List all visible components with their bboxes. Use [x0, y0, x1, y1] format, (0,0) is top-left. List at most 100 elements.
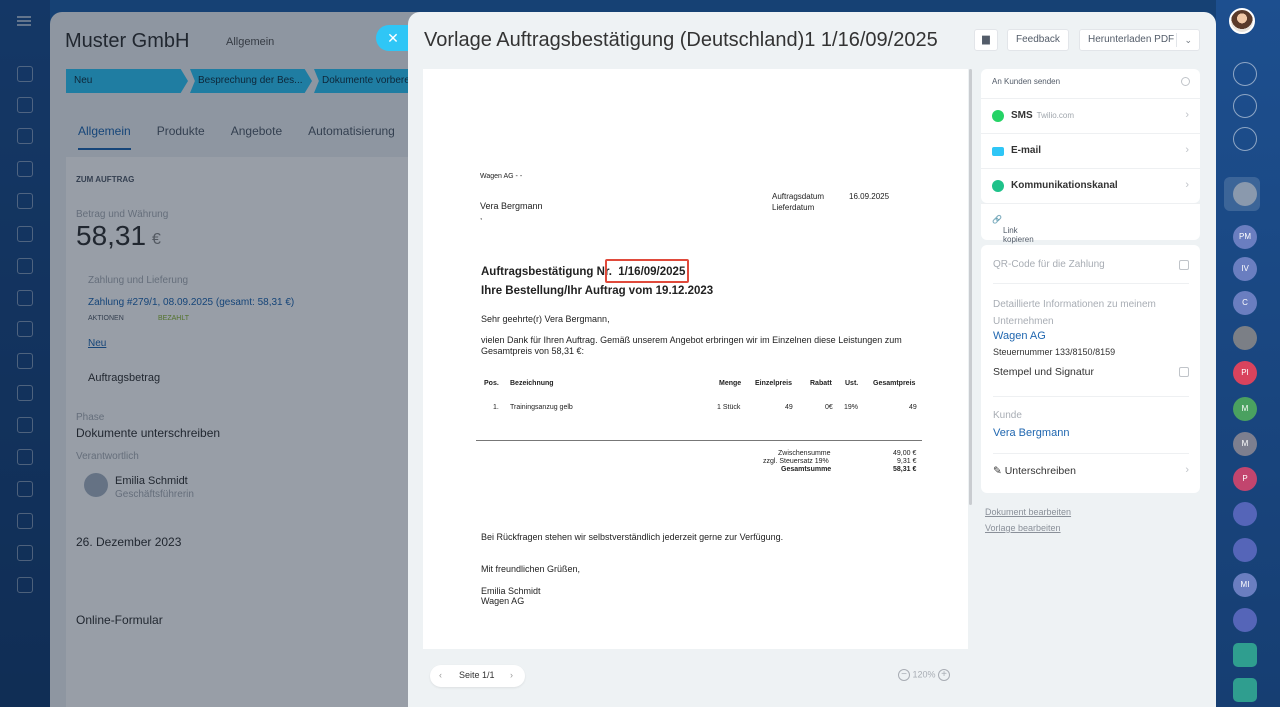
- contact-avatar-mi[interactable]: MI: [1233, 573, 1257, 597]
- left-sidebar: [0, 0, 50, 707]
- analytics-icon[interactable]: [17, 385, 33, 401]
- customer-link[interactable]: Vera Bergmann: [993, 427, 1069, 439]
- tab-automation[interactable]: Automatisierung: [308, 124, 395, 150]
- send-sms[interactable]: SMS Twilio.com ›: [981, 98, 1200, 133]
- document-scrollbar[interactable]: [969, 69, 972, 505]
- send-email[interactable]: E-mail ›: [981, 133, 1200, 168]
- zoom-out-icon[interactable]: −: [898, 669, 910, 681]
- checkbox-app-icon[interactable]: [1233, 643, 1257, 667]
- responsible-name[interactable]: Emilia Schmidt: [115, 475, 188, 487]
- stamp-signature-checkbox[interactable]: [1179, 367, 1189, 377]
- divider: [993, 453, 1189, 454]
- openline-icon[interactable]: [1233, 538, 1257, 562]
- contact-avatar-c[interactable]: C: [1233, 291, 1257, 315]
- messenger-icon[interactable]: [1233, 127, 1257, 151]
- terminal-icon[interactable]: [17, 449, 33, 465]
- cell-vat: 19%: [844, 404, 859, 411]
- category-select[interactable]: Allgemein: [226, 36, 274, 48]
- contact-avatar-m1[interactable]: M: [1233, 397, 1257, 421]
- contact-avatar-selected[interactable]: [1233, 182, 1257, 206]
- phase-label: Phase: [76, 412, 105, 423]
- doc-subheading: Ihre Bestellung/Ihr Auftrag vom 19.12.20…: [481, 285, 714, 297]
- user-avatar[interactable]: [1229, 8, 1255, 34]
- contact-avatar-photo[interactable]: [1233, 326, 1257, 350]
- contact-avatar-iv[interactable]: IV: [1233, 257, 1257, 281]
- print-button[interactable]: ▆: [974, 29, 998, 51]
- chat-icon[interactable]: [17, 290, 33, 306]
- chevron-down-icon[interactable]: ⌄: [1184, 30, 1192, 50]
- sign-icon[interactable]: [17, 577, 33, 593]
- tax-number: Steuernummer 133/8150/8159: [993, 347, 1116, 357]
- button-separator: [1176, 33, 1177, 47]
- openline-icon[interactable]: [1233, 608, 1257, 632]
- phase-value: Dokumente unterschreiben: [76, 426, 221, 440]
- automation-icon[interactable]: [17, 513, 33, 529]
- new-link[interactable]: Neu: [88, 338, 106, 349]
- edit-document-link[interactable]: Dokument bearbeiten: [985, 507, 1071, 517]
- subtotal-value: 49,00 €: [893, 450, 917, 457]
- payment-link[interactable]: Zahlung #279/1, 08.09.2025 (gesamt: 58,3…: [88, 297, 294, 308]
- printer-icon: ▆: [982, 34, 990, 45]
- intro-line-2: Gesamtpreis von 58,31 €:: [481, 346, 585, 356]
- col-header-quantity: Menge: [719, 380, 742, 387]
- company-name-link[interactable]: Wagen AG: [993, 330, 1046, 342]
- qr-code-checkbox[interactable]: [1179, 260, 1189, 270]
- zoom-level: 120%: [912, 669, 936, 680]
- lock-icon[interactable]: [1233, 678, 1257, 702]
- edit-template-link[interactable]: Vorlage bearbeiten: [985, 523, 1061, 533]
- openline-icon[interactable]: [1233, 502, 1257, 526]
- calendar-icon[interactable]: [17, 321, 33, 337]
- customer-label: Kunde: [993, 410, 1022, 421]
- cart-icon[interactable]: [17, 481, 33, 497]
- download-pdf-button[interactable]: Herunterladen PDF ⌄: [1079, 29, 1200, 51]
- company-name: Wagen AG: [481, 596, 525, 606]
- delivery-date-label: Lieferdatum: [772, 203, 815, 212]
- tab-products[interactable]: Produkte: [157, 124, 205, 150]
- amount-currency: €: [152, 231, 161, 248]
- tab-offers[interactable]: Angebote: [231, 124, 282, 150]
- checklist-icon[interactable]: [17, 353, 33, 369]
- feed-icon[interactable]: [17, 97, 33, 113]
- sign-button[interactable]: ✎ Unterschreiben: [993, 465, 1076, 477]
- filter-icon[interactable]: [17, 417, 33, 433]
- activity-icon[interactable]: [1233, 94, 1257, 118]
- deal-card-background: Muster GmbH Allgemein Neu Besprechung de…: [50, 12, 436, 707]
- document-settings-panel: QR-Code für die Zahlung Detaillierte Inf…: [981, 245, 1200, 493]
- cell-description: Trainingsanzug gelb: [510, 404, 573, 411]
- channel-icon: [992, 180, 1004, 192]
- copy-link-row[interactable]: 🔗 Link kopieren: [981, 203, 1200, 244]
- crm-icon[interactable]: [17, 226, 33, 242]
- stage-bar: Neu Besprechung der Bes... Dokumente vor…: [66, 69, 436, 93]
- close-button[interactable]: ✕: [376, 25, 410, 51]
- sites-icon[interactable]: [17, 258, 33, 274]
- zoom-in-icon[interactable]: +: [938, 669, 951, 681]
- pen-icon: ✎: [993, 465, 1005, 477]
- gear-icon[interactable]: [1181, 77, 1190, 86]
- prev-page-icon[interactable]: ‹: [439, 670, 442, 680]
- actions-badge[interactable]: AKTIONEN: [88, 315, 124, 322]
- bell-icon[interactable]: [1233, 62, 1257, 86]
- contact-avatar-pm[interactable]: PM: [1233, 225, 1257, 249]
- contact-avatar-p[interactable]: P: [1233, 467, 1257, 491]
- tab-general[interactable]: Allgemein: [78, 124, 131, 150]
- location-icon[interactable]: [17, 545, 33, 561]
- contacts-icon[interactable]: [17, 161, 33, 177]
- tax-value: 9,31 €: [897, 458, 917, 465]
- contact-avatar-pi[interactable]: PI: [1233, 361, 1257, 385]
- signer-name: Emilia Schmidt: [481, 586, 541, 596]
- documents-icon[interactable]: [17, 193, 33, 209]
- stage-discussion[interactable]: Besprechung der Bes...: [190, 69, 312, 93]
- stage-new[interactable]: Neu: [66, 69, 188, 93]
- send-channel[interactable]: Kommunikationskanal ›: [981, 168, 1200, 203]
- next-page-icon[interactable]: ›: [510, 670, 513, 680]
- email-icon: [992, 147, 1004, 156]
- contact-avatar-m2[interactable]: M: [1233, 432, 1257, 456]
- avatar[interactable]: [84, 473, 108, 497]
- send-panel: An Kunden senden SMS Twilio.com › E-mail …: [981, 69, 1200, 203]
- menu-icon[interactable]: [17, 16, 31, 26]
- tasks-icon[interactable]: [17, 128, 33, 144]
- stamp-signature-label: Stempel und Signatur: [993, 366, 1094, 378]
- responsible-role: Geschäftsführerin: [115, 489, 194, 500]
- home-icon[interactable]: [17, 66, 33, 82]
- feedback-button[interactable]: Feedback: [1007, 29, 1069, 51]
